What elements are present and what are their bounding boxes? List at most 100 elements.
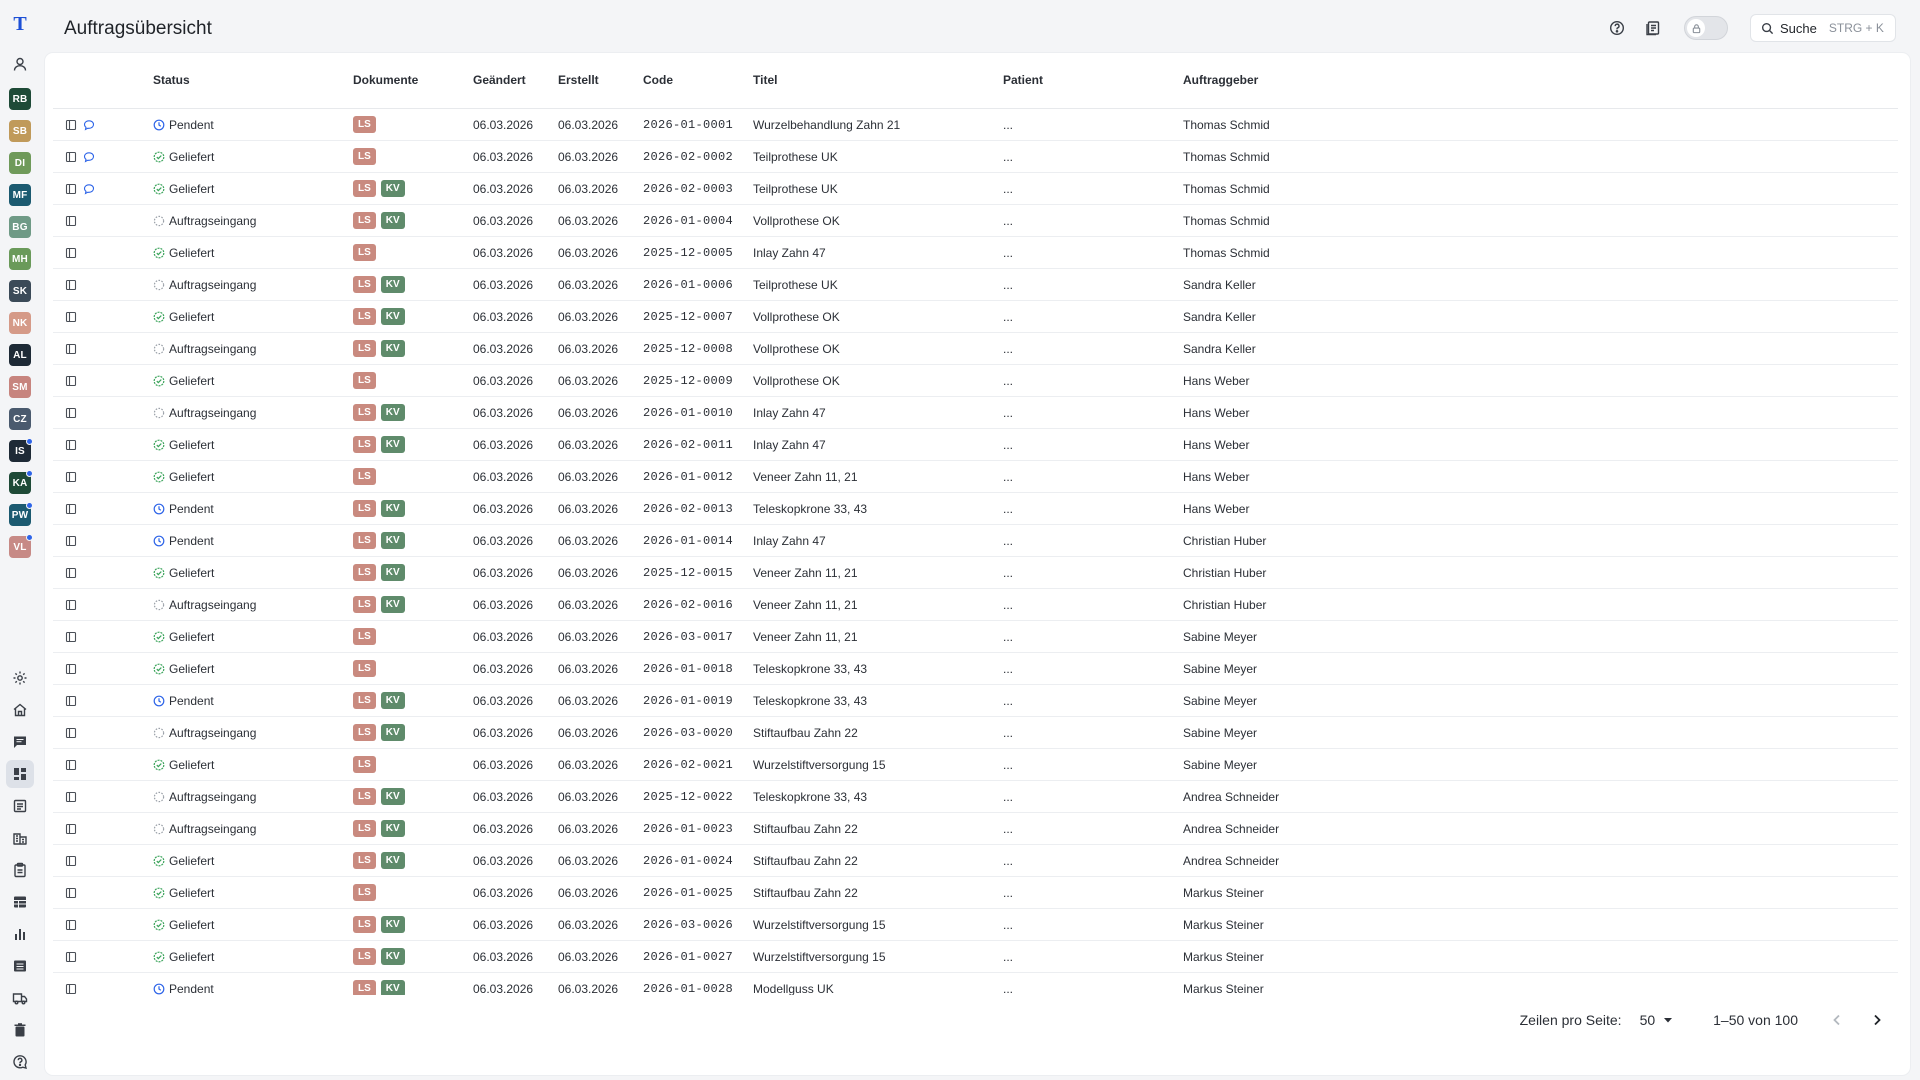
document-badge[interactable]: KV bbox=[380, 724, 405, 741]
table-row[interactable]: Geliefert LS KV 06.03.2026 06.03.2026 2025-12… bbox=[53, 557, 1898, 589]
table-row[interactable]: Geliefert LS KV 06.03.2026 06.03.2026 2026-02… bbox=[53, 429, 1898, 461]
table-row[interactable]: Auftragseingang LS KV 06.03.2026 06.03.2026 2… bbox=[53, 717, 1898, 749]
document-badge[interactable]: LS bbox=[353, 948, 376, 965]
home-icon[interactable] bbox=[6, 696, 34, 724]
document-badge[interactable]: LS bbox=[353, 276, 376, 293]
settings-icon[interactable] bbox=[6, 664, 34, 692]
table-row[interactable]: Geliefert LS 06.03.2026 06.03.2026 2025-12-0… bbox=[53, 237, 1898, 269]
table-row[interactable]: Auftragseingang LS KV 06.03.2026 06.03.2026 2… bbox=[53, 205, 1898, 237]
bar-chart-icon[interactable] bbox=[6, 920, 34, 948]
expand-icon[interactable] bbox=[65, 311, 77, 323]
expand-icon[interactable] bbox=[65, 119, 77, 131]
document-badge[interactable]: KV bbox=[380, 532, 405, 549]
column-status[interactable]: Status bbox=[153, 73, 190, 87]
avatar[interactable]: AL bbox=[9, 344, 31, 366]
avatar[interactable]: IS bbox=[9, 438, 33, 462]
app-logo[interactable]: T bbox=[6, 12, 34, 36]
user-icon[interactable] bbox=[6, 50, 34, 78]
document-badge[interactable]: LS bbox=[353, 756, 376, 773]
document-badge[interactable]: LS bbox=[353, 116, 376, 133]
expand-icon[interactable] bbox=[65, 919, 77, 931]
document-badge[interactable]: KV bbox=[380, 980, 405, 995]
expand-icon[interactable] bbox=[65, 727, 77, 739]
document-badge[interactable]: LS bbox=[353, 692, 376, 709]
expand-icon[interactable] bbox=[65, 471, 77, 483]
document-badge[interactable]: KV bbox=[380, 500, 405, 517]
avatar[interactable]: KA bbox=[9, 470, 33, 494]
table-row[interactable]: Geliefert LS 06.03.2026 06.03.2026 2025-12-0… bbox=[53, 365, 1898, 397]
expand-icon[interactable] bbox=[65, 279, 77, 291]
document-badge[interactable]: KV bbox=[380, 212, 405, 229]
expand-icon[interactable] bbox=[65, 247, 77, 259]
building-icon[interactable] bbox=[6, 824, 34, 852]
expand-icon[interactable] bbox=[65, 887, 77, 899]
search-button[interactable]: Suche STRG + K bbox=[1750, 14, 1896, 42]
document-badge[interactable]: KV bbox=[380, 692, 405, 709]
document-badge[interactable]: LS bbox=[353, 916, 376, 933]
document-badge[interactable]: KV bbox=[380, 564, 405, 581]
table-row[interactable]: Geliefert LS KV 06.03.2026 06.03.2026 2026-02… bbox=[53, 173, 1898, 205]
document-badge[interactable]: KV bbox=[380, 852, 405, 869]
expand-icon[interactable] bbox=[65, 343, 77, 355]
expand-icon[interactable] bbox=[65, 855, 77, 867]
document-badge[interactable]: LS bbox=[353, 596, 376, 613]
document-badge[interactable]: LS bbox=[353, 660, 376, 677]
expand-icon[interactable] bbox=[65, 599, 77, 611]
expand-icon[interactable] bbox=[65, 567, 77, 579]
expand-icon[interactable] bbox=[65, 215, 77, 227]
table-row[interactable]: Geliefert LS 06.03.2026 06.03.2026 2026-02-0… bbox=[53, 749, 1898, 781]
document-badge[interactable]: KV bbox=[380, 276, 405, 293]
document-badge[interactable]: LS bbox=[353, 308, 376, 325]
document-badge[interactable]: KV bbox=[380, 436, 405, 453]
document-badge[interactable]: KV bbox=[380, 820, 405, 837]
document-badge[interactable]: LS bbox=[353, 148, 376, 165]
document-badge[interactable]: LS bbox=[353, 628, 376, 645]
avatar[interactable]: CZ bbox=[9, 408, 31, 430]
expand-icon[interactable] bbox=[65, 663, 77, 675]
expand-icon[interactable] bbox=[65, 407, 77, 419]
document-badge[interactable]: LS bbox=[353, 340, 376, 357]
comment-icon[interactable] bbox=[83, 183, 95, 195]
document-badge[interactable]: KV bbox=[380, 180, 405, 197]
expand-icon[interactable] bbox=[65, 535, 77, 547]
expand-icon[interactable] bbox=[65, 631, 77, 643]
table-row[interactable]: Geliefert LS KV 06.03.2026 06.03.2026 2026-01… bbox=[53, 845, 1898, 877]
expand-icon[interactable] bbox=[65, 439, 77, 451]
clipboard-icon[interactable] bbox=[6, 856, 34, 884]
avatar[interactable]: VL bbox=[9, 534, 33, 558]
document-badge[interactable]: LS bbox=[353, 852, 376, 869]
document-badge[interactable]: LS bbox=[353, 500, 376, 517]
document-badge[interactable]: LS bbox=[353, 212, 376, 229]
help-chat-icon[interactable] bbox=[6, 1048, 34, 1076]
comment-icon[interactable] bbox=[83, 119, 95, 131]
document-badge[interactable]: LS bbox=[353, 980, 376, 995]
document-badge[interactable]: KV bbox=[380, 948, 405, 965]
avatar[interactable]: DI bbox=[9, 152, 31, 174]
avatar[interactable]: MF bbox=[9, 184, 31, 206]
list-icon[interactable] bbox=[6, 952, 34, 980]
next-page-button[interactable] bbox=[1868, 1011, 1886, 1029]
column-changed[interactable]: Geändert bbox=[473, 73, 526, 87]
document-badge[interactable]: KV bbox=[380, 340, 405, 357]
table-row[interactable]: Pendent LS 06.03.2026 06.03.2026 2026-01-000… bbox=[53, 109, 1898, 141]
table-row[interactable]: Geliefert LS 06.03.2026 06.03.2026 2026-01-0… bbox=[53, 653, 1898, 685]
lock-toggle[interactable] bbox=[1684, 16, 1728, 40]
dashboard-icon[interactable] bbox=[6, 760, 34, 788]
table-row[interactable]: Auftragseingang LS KV 06.03.2026 06.03.2026 2… bbox=[53, 589, 1898, 621]
expand-icon[interactable] bbox=[65, 823, 77, 835]
column-client[interactable]: Auftraggeber bbox=[1183, 73, 1258, 87]
document-badge[interactable]: KV bbox=[380, 916, 405, 933]
expand-icon[interactable] bbox=[65, 983, 77, 995]
table-row[interactable]: Pendent LS KV 06.03.2026 06.03.2026 2026-01-0… bbox=[53, 973, 1898, 995]
documents-icon[interactable] bbox=[1642, 17, 1664, 39]
document-badge[interactable]: LS bbox=[353, 884, 376, 901]
document-badge[interactable]: LS bbox=[353, 372, 376, 389]
document-badge[interactable]: LS bbox=[353, 180, 376, 197]
table-row[interactable]: Pendent LS KV 06.03.2026 06.03.2026 2026-01-0… bbox=[53, 685, 1898, 717]
avatar[interactable]: SK bbox=[9, 280, 31, 302]
table-row[interactable]: Geliefert LS KV 06.03.2026 06.03.2026 2026-01… bbox=[53, 941, 1898, 973]
table-row[interactable]: Auftragseingang LS KV 06.03.2026 06.03.2026 2… bbox=[53, 333, 1898, 365]
table-icon[interactable] bbox=[6, 888, 34, 916]
column-title[interactable]: Titel bbox=[753, 73, 777, 87]
document-badge[interactable]: LS bbox=[353, 436, 376, 453]
